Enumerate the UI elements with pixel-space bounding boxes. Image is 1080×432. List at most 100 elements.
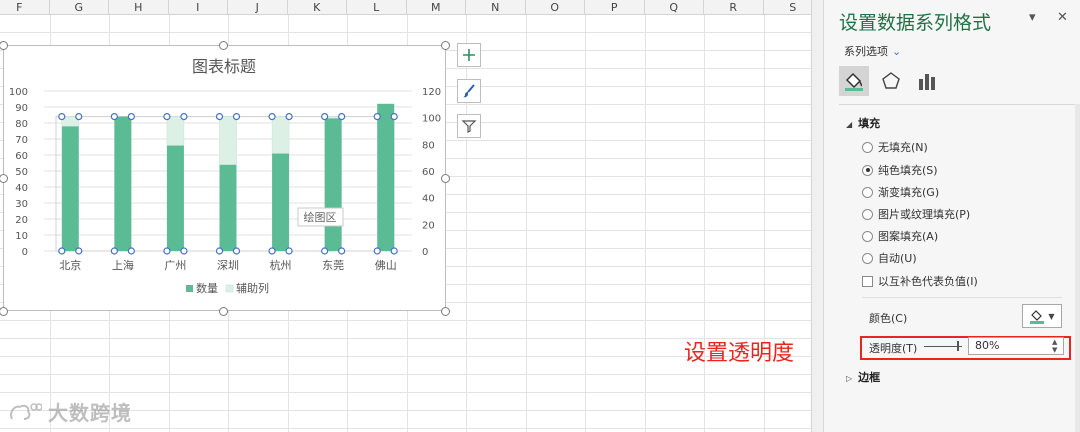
- x-axis-tick-label: 北京: [59, 258, 81, 272]
- column-header-P[interactable]: P: [585, 0, 645, 15]
- invert-if-negative[interactable]: 以互补色代表负值(I): [862, 273, 978, 289]
- y2-axis-tick-label: 40: [422, 194, 435, 205]
- watermark-text: 大数跨境: [48, 401, 132, 425]
- y-axis-tick-label: 40: [15, 183, 28, 194]
- fill-option-picture[interactable]: 图片或纹理填充(P): [862, 206, 970, 222]
- checkbox[interactable]: [862, 275, 873, 287]
- tab-fill-line[interactable]: [839, 66, 869, 96]
- selection-handle: [180, 247, 188, 255]
- series-options-label: 系列选项: [844, 45, 888, 58]
- selection-handle: [321, 112, 329, 121]
- bar-数量: [166, 145, 184, 251]
- selection-handle: [321, 247, 329, 255]
- column-header-S[interactable]: S: [764, 0, 812, 15]
- fill-option-auto[interactable]: 自动(U): [862, 250, 917, 266]
- gridline-horizontal: [0, 392, 811, 393]
- fill-option-none[interactable]: 无填充(N): [862, 139, 928, 155]
- fill-section-label: 填充: [858, 117, 881, 130]
- radio-button[interactable]: [862, 141, 873, 153]
- spreadsheet[interactable]: FGHIJKLMNOPQRS 图表标题 100 90 80 70 60 50 40 30 20 10…: [0, 0, 811, 432]
- chart-resize-handle[interactable]: [219, 41, 228, 50]
- radio-button[interactable]: [862, 164, 873, 176]
- x-axis-tick-label: 杭州: [270, 258, 292, 272]
- gridline-horizontal: [0, 320, 811, 321]
- filter-icon: [461, 120, 477, 133]
- fill-option-pattern[interactable]: 图案填充(A): [862, 228, 938, 244]
- column-header-K[interactable]: K: [288, 0, 347, 15]
- column-header-F[interactable]: F: [0, 0, 50, 15]
- tab-series-options[interactable]: [912, 66, 942, 96]
- pane-menu-icon[interactable]: ▾: [1029, 10, 1036, 25]
- chart-resize-handle[interactable]: [441, 307, 450, 316]
- y-axis-tick-label: 10: [15, 231, 28, 242]
- chart-canvas[interactable]: 图表标题100908070605040302010012010080604020…: [4, 46, 447, 312]
- pane-scrollbar[interactable]: [1075, 104, 1080, 432]
- column-header-J[interactable]: J: [228, 0, 288, 15]
- border-section-header[interactable]: ▷ 边框: [846, 369, 880, 385]
- y2-axis-tick-label: 20: [422, 220, 435, 231]
- gridline-vertical: [704, 15, 705, 432]
- tab-effects[interactable]: [876, 66, 906, 96]
- column-header-L[interactable]: L: [347, 0, 407, 15]
- bar-数量: [377, 103, 395, 251]
- chart-resize-handle[interactable]: [441, 174, 450, 183]
- chart-filters-button[interactable]: [457, 114, 481, 138]
- radio-button[interactable]: [862, 208, 873, 220]
- fill-option-gradient[interactable]: 渐变填充(G): [862, 184, 939, 200]
- transparency-input[interactable]: 80%: [968, 337, 1064, 355]
- y2-axis-tick-label: 0: [422, 247, 428, 258]
- selection-handle: [215, 112, 224, 121]
- color-picker-button[interactable]: ▼: [1022, 304, 1062, 328]
- series-options-dropdown[interactable]: 系列选项 ⌄: [844, 43, 901, 59]
- bar-辅助列: [271, 116, 290, 154]
- radio-button[interactable]: [862, 186, 873, 198]
- chart-elements-button[interactable]: [457, 43, 481, 67]
- column-header-O[interactable]: O: [526, 0, 585, 15]
- chart-resize-handle[interactable]: [219, 307, 228, 316]
- selection-handle: [285, 112, 293, 121]
- bar-chart-icon: [919, 74, 935, 90]
- y-axis-tick-label: 30: [15, 199, 28, 210]
- chart-title: 图表标题: [192, 57, 256, 76]
- fill-option-solid[interactable]: 纯色填充(S): [862, 162, 938, 178]
- column-header-R[interactable]: R: [704, 0, 764, 15]
- watermark: 大数跨境: [8, 397, 132, 426]
- y-axis-tick-label: 90: [15, 103, 28, 114]
- selection-handle: [163, 112, 171, 121]
- column-header-M[interactable]: M: [407, 0, 466, 15]
- fill-option-label: 自动(U): [878, 252, 917, 265]
- chart-styles-button[interactable]: [457, 79, 481, 103]
- y2-axis-tick-label: 80: [422, 140, 435, 151]
- column-header-H[interactable]: H: [109, 0, 169, 15]
- radio-button[interactable]: [862, 230, 873, 242]
- fill-section-header[interactable]: ◢ 填充: [846, 115, 880, 131]
- column-header-I[interactable]: I: [169, 0, 228, 15]
- spin-buttons[interactable]: ▲ ▼: [1052, 338, 1057, 354]
- bar-数量: [61, 126, 79, 251]
- column-header-Q[interactable]: Q: [645, 0, 704, 15]
- column-header-N[interactable]: N: [466, 0, 526, 15]
- radio-button[interactable]: [862, 252, 873, 264]
- invert-label: 以互补色代表负值(I): [878, 275, 978, 288]
- chart-object[interactable]: 图表标题 100 90 80 70 60 50 40 30 20 10 0 120 100 80 60 40 20…: [3, 45, 446, 311]
- close-icon[interactable]: ✕: [1057, 10, 1068, 25]
- selection-handle: [58, 247, 66, 255]
- sheet-vertical-scrollbar[interactable]: [811, 0, 823, 432]
- gridline-vertical: [585, 15, 586, 432]
- selection-handle: [232, 112, 241, 121]
- paint-bucket-icon: [845, 72, 863, 91]
- selection-handle: [127, 247, 135, 255]
- selection-handle: [58, 112, 66, 121]
- x-axis-tick-label: 佛山: [375, 259, 397, 272]
- x-axis-tick-label: 广州: [164, 259, 186, 272]
- y-axis-tick-label: 50: [15, 167, 28, 178]
- selection-handle: [232, 247, 241, 255]
- bar-数量: [219, 164, 237, 251]
- gridline-vertical: [525, 15, 527, 432]
- chart-resize-handle[interactable]: [441, 41, 450, 50]
- selection-handle: [268, 112, 276, 121]
- fill-option-label: 图案填充(A): [878, 230, 939, 243]
- column-header-G[interactable]: G: [50, 0, 109, 15]
- transparency-slider-thumb[interactable]: [957, 341, 959, 351]
- y-axis-tick-label: 80: [15, 119, 28, 130]
